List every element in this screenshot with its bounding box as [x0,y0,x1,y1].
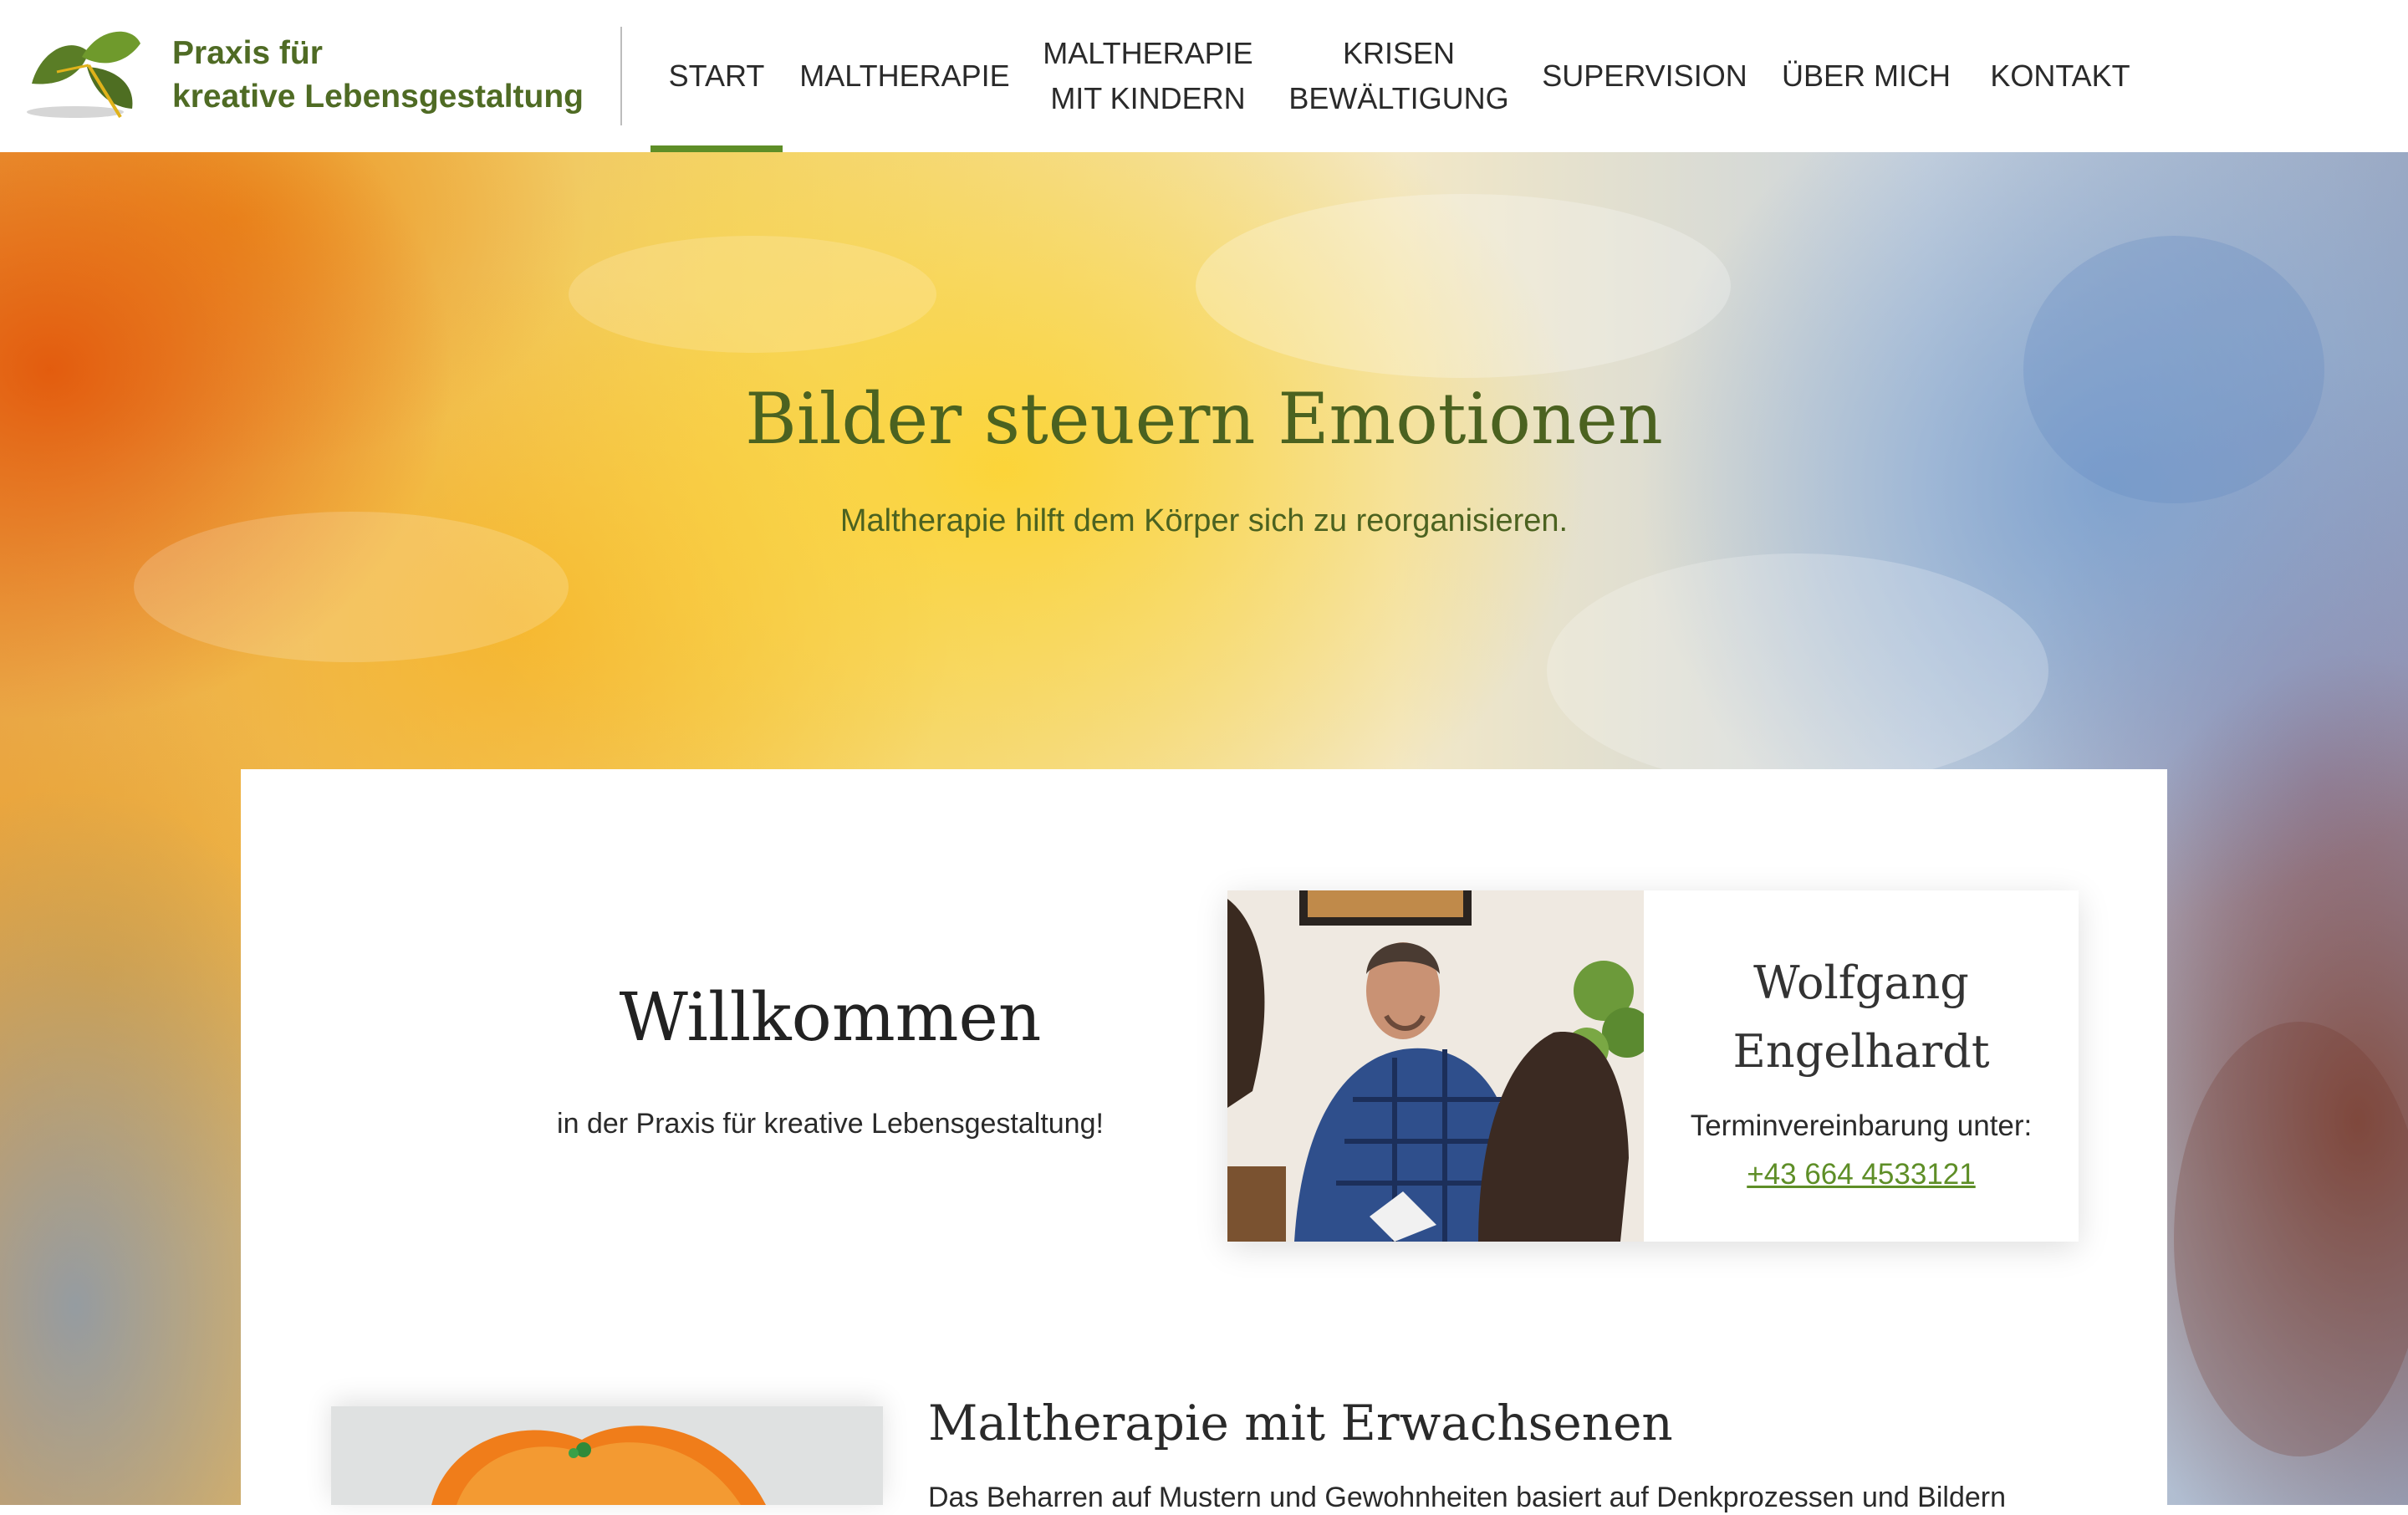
contact-card: Wolfgang Engelhardt Terminvereinbarung u… [1227,890,2079,1242]
therapist-last-name: Engelhardt [1732,1025,1990,1078]
welcome-title: Willkommen [619,978,1042,1056]
nav-label-line-1: KRISEN [1342,36,1456,70]
nav-label-line-2: MIT KINDERN [1050,81,1246,115]
hero-subtitle: Maltherapie hilft dem Körper sich zu reo… [839,503,1569,538]
header-divider [620,27,622,125]
ginkgo-leaf-icon[interactable] [23,18,149,129]
nav-item-kontakt[interactable]: KONTAKT [1980,0,2140,152]
nav-label: KONTAKT [1990,59,2130,93]
site-header: Praxis für kreative Lebensgestaltung STA… [0,0,2408,152]
nav-label-line-2: BEWÄLTIGUNG [1288,81,1509,115]
nav-item-supervision[interactable]: SUPERVISION [1537,0,1752,152]
hero-title: Bilder steuern Emotionen [745,378,1663,460]
nav-item-ueber-mich[interactable]: ÜBER MICH [1771,0,1962,152]
nav-item-maltherapie-mit-kindern[interactable]: MALTHERAPIE MIT KINDERN [1028,0,1268,152]
nav-label: SUPERVISION [1542,59,1747,93]
nav-label-line-1: MALTHERAPIE [1043,36,1253,70]
welcome-subtitle: in der Praxis für kreative Lebensgestalt… [557,1108,1104,1140]
orange-painting [331,1406,883,1505]
nav-label: START [668,59,765,93]
section-text: Das Beharren auf Mustern und Gewohnheite… [928,1482,2006,1513]
therapist-name: Wolfgang Engelhardt [1644,949,2079,1086]
therapist-photo [1227,890,1644,1242]
logo-line-2: kreative Lebensgestaltung [172,79,584,115]
nav-label: ÜBER MICH [1781,59,1951,93]
therapist-first-name: Wolfgang [1753,956,1969,1009]
section-title: Maltherapie mit Erwachsenen [928,1395,1673,1451]
nav-label: MALTHERAPIE [799,59,1010,93]
therapy-session-image [1227,890,1644,1242]
content-card: Willkommen in der Praxis für kreative Le… [241,769,2167,1513]
phone-link[interactable]: +43 664 4533121 [1644,1158,2079,1191]
logo-line-1: Praxis für [172,35,323,71]
nav-item-maltherapie[interactable]: MALTHERAPIE [794,0,1015,152]
nav-item-krisen-bewaeltigung[interactable]: KRISEN BEWÄLTIGUNG [1279,0,1518,152]
nav-item-start[interactable]: START [650,0,783,152]
appointment-label: Terminvereinbarung unter: [1690,1109,2033,1142]
site-logo-text[interactable]: Praxis für kreative Lebensgestaltung [172,32,584,119]
orange-painting-image [331,1406,883,1505]
nav-active-indicator [650,145,783,152]
